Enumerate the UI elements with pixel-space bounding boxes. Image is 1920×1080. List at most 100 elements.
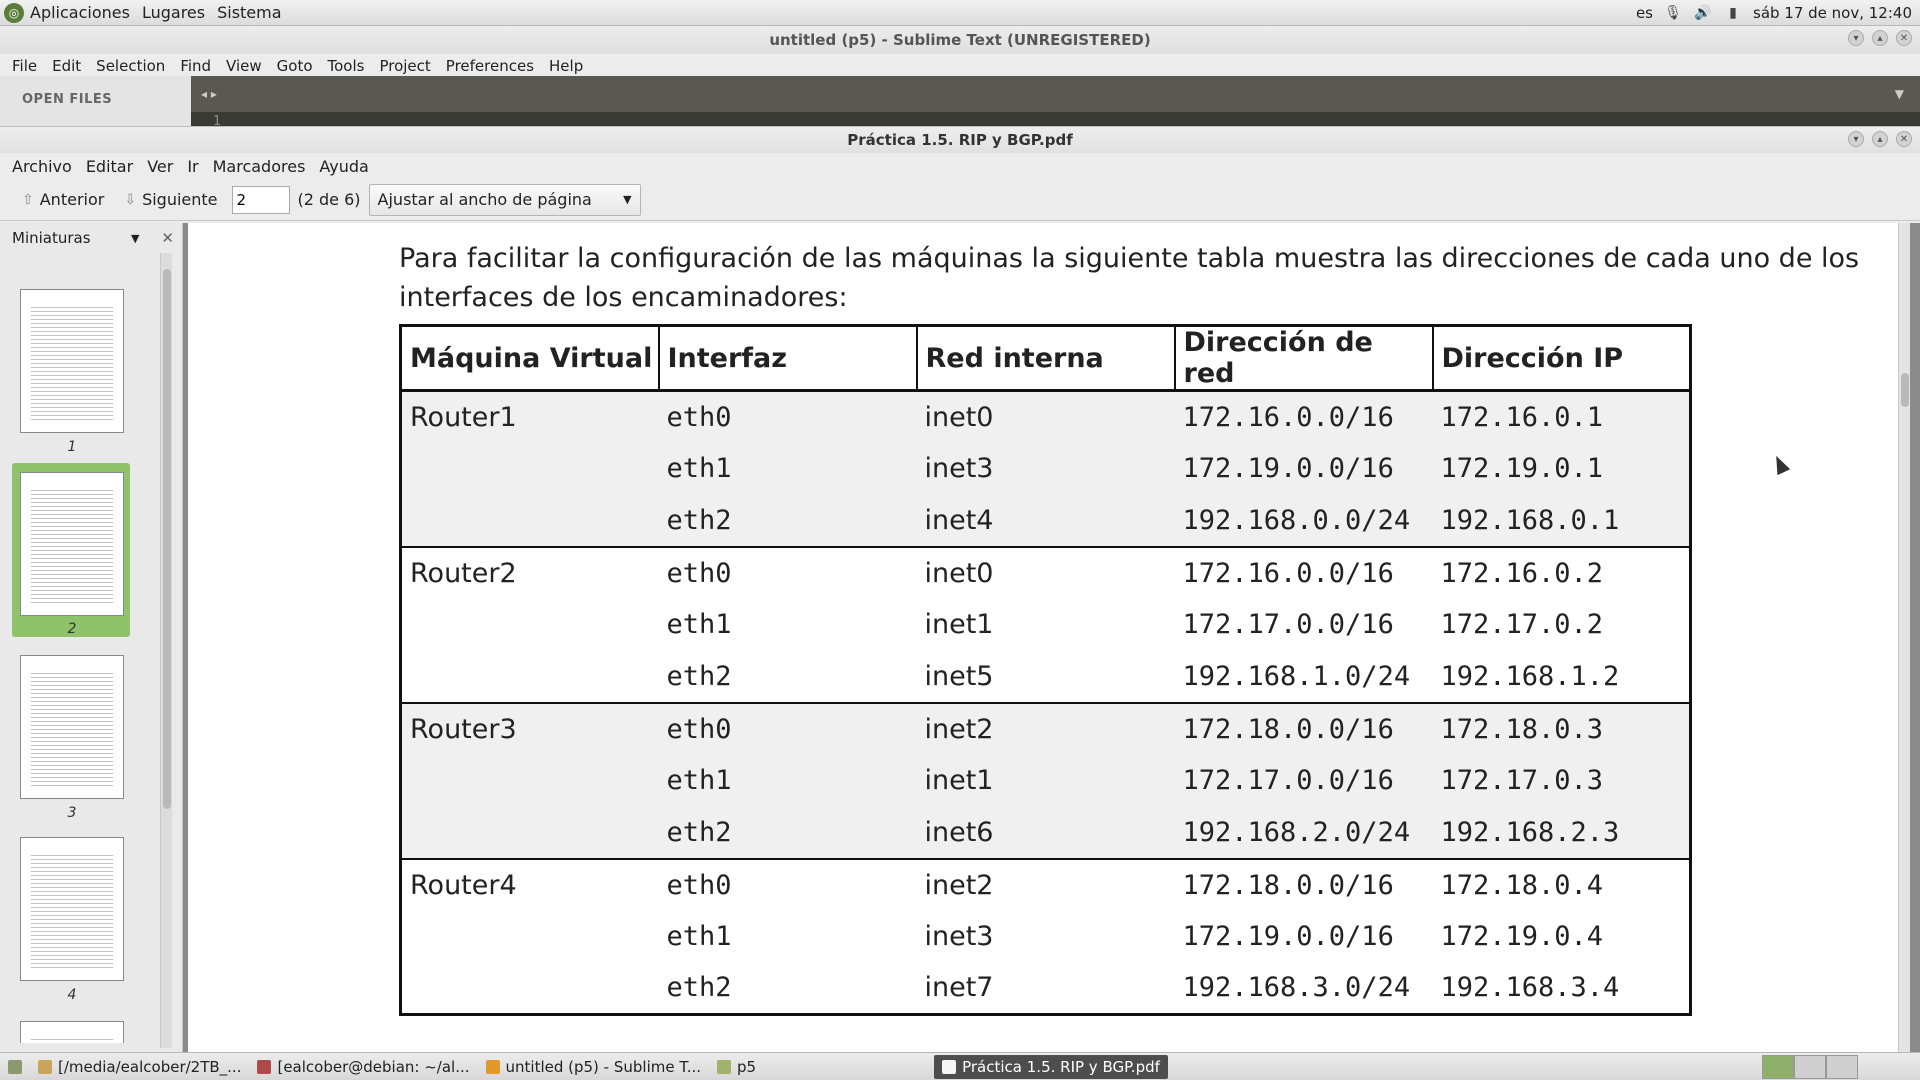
menu-archivo[interactable]: Archivo [12,157,72,176]
intro-paragraph: Para facilitar la configuración de las m… [399,243,1860,313]
evince-titlebar[interactable]: Práctica 1.5. RIP y BGP.pdf ▾ ▴ ✕ [0,127,1920,153]
task-p5-folder[interactable]: p5 [709,1055,764,1079]
maximize-icon[interactable]: ▴ [1872,131,1888,147]
volume-icon[interactable]: 🔊 [1693,4,1713,22]
cell-interface: eth2 [666,660,732,692]
microphone-icon[interactable]: 🎙 [1663,4,1683,22]
task-terminal[interactable]: [ealcober@debian: ~/al... [249,1055,477,1079]
tab-nav-arrows-icon[interactable]: ◂ ▸ [201,87,217,101]
cell-machine: Router4 [400,857,659,911]
cell-ip-address: 192.168.1.2 [1440,660,1620,692]
evince-menubar: Archivo Editar Ver Ir Marcadores Ayuda [0,153,1920,179]
folder-icon [38,1059,52,1074]
pdf-page: Para facilitar la configuración de las m… [188,223,1898,1053]
thumbnail-sidebar: Miniaturas ▼ ✕ 1 2 3 4 [0,223,183,1053]
thumbnail-page-1[interactable] [20,289,124,433]
sublime-menu-file[interactable]: File [12,57,37,75]
next-page-button[interactable]: ⇩ Siguiente [118,186,223,213]
menu-sistema[interactable]: Sistema [217,3,281,22]
menu-marcadores[interactable]: Marcadores [213,157,306,176]
close-icon[interactable]: ✕ [1896,131,1912,147]
task-label: Práctica 1.5. RIP y BGP.pdf [962,1057,1160,1076]
table-row: Router3 eth0 inet2 172.18.0.0/16 172.18.0.3 [400,701,1691,755]
sublime-title: untitled (p5) - Sublime Text (UNREGISTER… [769,31,1151,49]
maximize-icon[interactable]: ▴ [1872,30,1888,46]
document-scrollbar[interactable] [1898,223,1910,1053]
sublime-menu-help[interactable]: Help [549,57,583,75]
cell-network-address: 192.168.2.0/24 [1174,806,1433,859]
document-view[interactable]: Para facilitar la configuración de las m… [183,223,1920,1053]
cell-network-address: 172.17.0.0/16 [1174,754,1433,807]
task-evince[interactable]: Práctica 1.5. RIP y BGP.pdf [934,1054,1168,1079]
sublime-menu-find[interactable]: Find [180,57,211,75]
sidebar-header: Miniaturas ▼ ✕ [0,223,182,253]
cell-internal-net: inet1 [916,754,1175,807]
workspace-1[interactable] [1762,1054,1794,1079]
menu-ayuda[interactable]: Ayuda [319,157,368,176]
sidebar-dropdown-icon[interactable]: ▼ [131,232,139,245]
previous-page-button[interactable]: ⇧ Anterior [16,186,110,213]
sublime-menu-edit[interactable]: Edit [52,57,81,75]
cell-machine [401,911,659,963]
sublime-menu-selection[interactable]: Selection [96,57,165,75]
scrollbar-thumb[interactable] [1901,373,1909,407]
menu-editar[interactable]: Editar [86,157,133,176]
cell-machine [401,599,659,651]
thumbnail-page-3[interactable] [20,655,124,799]
menu-lugares[interactable]: Lugares [142,3,205,22]
show-desktop-button[interactable] [0,1055,30,1079]
sublime-menu-tools[interactable]: Tools [328,57,365,75]
task-sublime[interactable]: untitled (p5) - Sublime T... [478,1055,710,1079]
table-header-row: Máquina Virtual Interfaz Red interna Dir… [399,324,1692,392]
keyboard-layout-indicator[interactable]: es [1636,4,1653,22]
cell-machine [400,754,659,807]
thumbnail-label: 4 [67,987,77,1003]
cell-interface: eth0 [658,545,917,599]
thumbnail-page-5[interactable] [20,1021,124,1043]
thumbnail-scrollbar[interactable] [160,253,172,1048]
cell-interface: eth1 [666,921,732,952]
sublime-titlebar[interactable]: untitled (p5) - Sublime Text (UNREGISTER… [0,26,1920,54]
network-signal-icon[interactable]: ▮ [1723,4,1743,22]
task-file-manager[interactable]: [/media/ealcober/2TB_... [30,1055,249,1079]
debian-logo-icon[interactable]: ◎ [4,2,24,23]
sublime-window-controls: ▾ ▴ ✕ [1848,30,1912,46]
sublime-menu-goto[interactable]: Goto [277,57,313,75]
sublime-menu-project[interactable]: Project [379,57,430,75]
minimize-icon[interactable]: ▾ [1848,30,1864,46]
table-row: eth1 inet1 172.17.0.0/16 172.17.0.3 [400,754,1691,807]
cell-network-address: 172.16.0.0/16 [1174,390,1433,443]
close-sidebar-icon[interactable]: ✕ [161,229,174,247]
header-maquina-virtual: Máquina Virtual [399,324,660,392]
task-label: [/media/ealcober/2TB_... [58,1057,242,1076]
menu-ir[interactable]: Ir [187,157,198,176]
page-number-input[interactable] [231,185,290,214]
sublime-menu-view[interactable]: View [226,57,262,75]
cell-ip-address: 192.168.3.4 [1440,972,1620,1004]
arrow-down-icon: ⇩ [124,191,137,208]
task-label: untitled (p5) - Sublime T... [505,1057,702,1076]
sublime-menu-preferences[interactable]: Preferences [446,57,534,75]
evince-window: Práctica 1.5. RIP y BGP.pdf ▾ ▴ ✕ Archiv… [0,126,1920,1053]
thumbnail-label: 2 [67,621,77,637]
zoom-select[interactable]: Ajustar al ancho de página ▼ [368,183,641,216]
clock[interactable]: sáb 17 de nov, 12:40 [1753,4,1912,22]
table-row: eth1 inet3 172.19.0.0/16 172.19.0.1 [400,442,1691,495]
thumbnail-page-4[interactable] [20,837,124,981]
cell-machine: Router3 [400,701,659,755]
tab-menu-icon[interactable]: ▼ [1895,87,1904,101]
thumbnail-page-2[interactable] [20,472,124,616]
workspace-3[interactable] [1826,1054,1858,1079]
sidebar-title[interactable]: Miniaturas [12,229,91,247]
task-label: [ealcober@debian: ~/al... [277,1057,470,1076]
minimize-icon[interactable]: ▾ [1848,131,1864,147]
sublime-code-area[interactable]: ◂ ▸ ▼ 1 [191,76,1920,129]
scrollbar-thumb[interactable] [163,269,171,809]
menu-aplicaciones[interactable]: Aplicaciones [30,3,130,22]
header-direccion-ip: Dirección IP [1431,324,1692,392]
menu-ver[interactable]: Ver [147,157,173,176]
workspace-2[interactable] [1794,1054,1826,1079]
close-icon[interactable]: ✕ [1896,30,1912,46]
table-row: eth1 inet1 172.17.0.0/16 172.17.0.2 [401,599,1691,651]
sublime-editor: OPEN FILES ◂ ▸ ▼ 1 [0,76,1920,129]
